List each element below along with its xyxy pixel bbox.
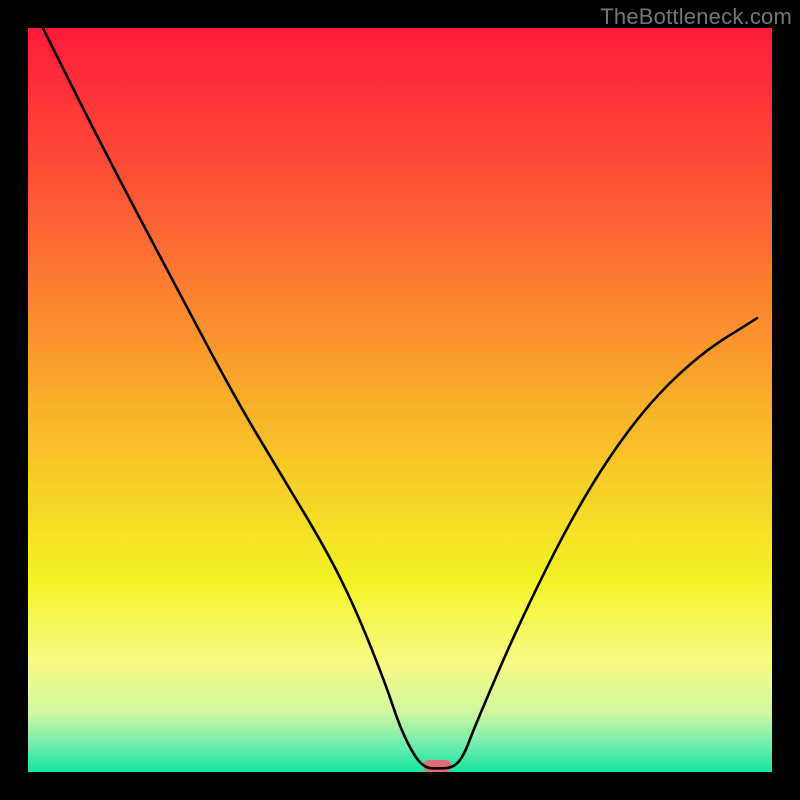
watermark-label: TheBottleneck.com: [600, 4, 792, 30]
optimal-marker: [423, 760, 451, 772]
chart-frame: TheBottleneck.com: [0, 0, 800, 800]
gradient-background: [28, 28, 772, 772]
chart-svg: [28, 28, 772, 772]
plot-area: [28, 28, 772, 772]
